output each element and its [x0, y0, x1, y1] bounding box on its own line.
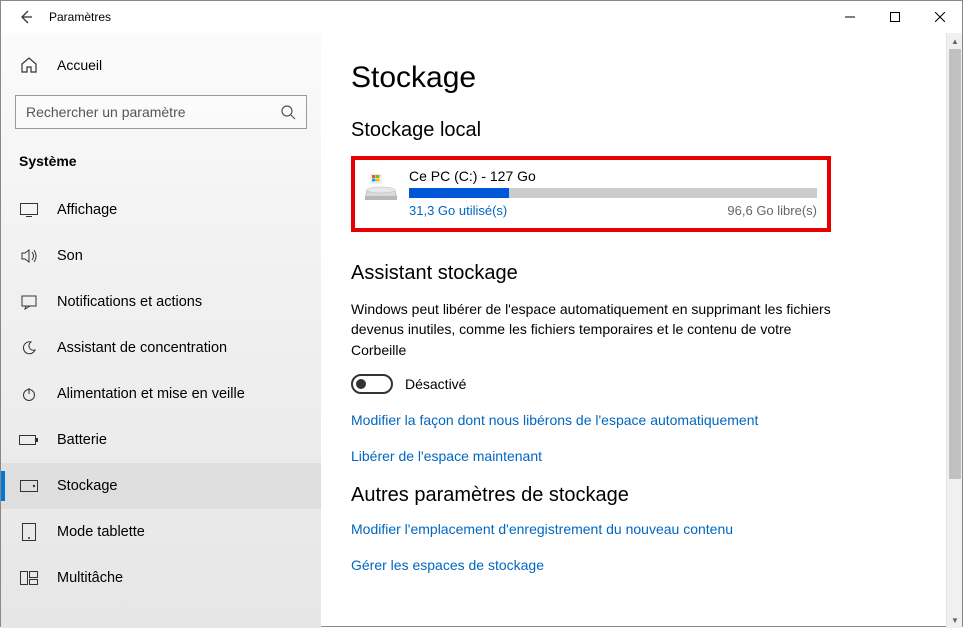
link-change-save-location[interactable]: Modifier l'emplacement d'enregistrement … — [351, 521, 932, 537]
sidebar-item-label: Multitâche — [57, 570, 123, 586]
vertical-scrollbar[interactable]: ▲ ▼ — [946, 33, 962, 628]
drive-row[interactable]: Ce PC (C:) - 127 Go 31,3 Go utilisé(s) 9… — [365, 168, 817, 218]
sidebar-item-label: Son — [57, 248, 83, 264]
window-title: Paramètres — [49, 10, 111, 24]
battery-icon — [19, 434, 39, 446]
drive-used: 31,3 Go utilisé(s) — [409, 203, 507, 218]
sidebar-item-label: Batterie — [57, 432, 107, 448]
arrow-left-icon — [17, 9, 33, 25]
link-manage-storage-spaces[interactable]: Gérer les espaces de stockage — [351, 557, 932, 573]
sidebar-group-label: Système — [1, 147, 321, 187]
toggle-label: Désactivé — [405, 376, 466, 392]
page-title: Stockage — [351, 61, 932, 95]
minimize-icon — [845, 12, 855, 22]
sidebar-item-stockage[interactable]: Stockage — [1, 463, 321, 509]
sidebar-item-label: Stockage — [57, 478, 117, 494]
main-content: Stockage Stockage local — [321, 33, 962, 628]
drive-free: 96,6 Go libre(s) — [727, 203, 817, 218]
search-icon — [280, 104, 296, 120]
toggle-knob — [356, 379, 366, 389]
sidebar-home-label: Accueil — [57, 57, 102, 73]
sidebar-item-label: Affichage — [57, 202, 117, 218]
tablet-icon — [19, 523, 39, 541]
display-icon — [19, 203, 39, 217]
sidebar-item-tablette[interactable]: Mode tablette — [1, 509, 321, 555]
drive-highlight: Ce PC (C:) - 127 Go 31,3 Go utilisé(s) 9… — [351, 156, 831, 232]
moon-icon — [19, 340, 39, 356]
sidebar-home[interactable]: Accueil — [1, 45, 321, 85]
sidebar-item-notifications[interactable]: Notifications et actions — [1, 279, 321, 325]
scroll-up-arrow[interactable]: ▲ — [947, 33, 963, 49]
sidebar-item-son[interactable]: Son — [1, 233, 321, 279]
link-free-space-now[interactable]: Libérer de l'espace maintenant — [351, 448, 932, 464]
local-storage-title: Stockage local — [351, 119, 932, 142]
home-icon — [19, 56, 39, 74]
search-input[interactable] — [26, 104, 280, 120]
close-button[interactable] — [917, 1, 962, 33]
sidebar-item-alimentation[interactable]: Alimentation et mise en veille — [1, 371, 321, 417]
titlebar: Paramètres — [1, 1, 962, 33]
close-icon — [935, 12, 945, 22]
back-button[interactable] — [11, 9, 39, 25]
other-title: Autres paramètres de stockage — [351, 484, 932, 507]
scroll-thumb[interactable] — [949, 49, 961, 479]
sidebar-item-multitache[interactable]: Multitâche — [1, 555, 321, 601]
maximize-button[interactable] — [872, 1, 917, 33]
sidebar-item-batterie[interactable]: Batterie — [1, 417, 321, 463]
drive-progress-fill — [409, 188, 509, 198]
sidebar-item-affichage[interactable]: Affichage — [1, 187, 321, 233]
maximize-icon — [890, 12, 900, 22]
assistant-title: Assistant stockage — [351, 262, 932, 285]
minimize-button[interactable] — [827, 1, 872, 33]
sidebar-item-concentration[interactable]: Assistant de concentration — [1, 325, 321, 371]
link-modify-free-space[interactable]: Modifier la façon dont nous libérons de … — [351, 412, 932, 428]
power-icon — [19, 386, 39, 402]
sidebar-item-label: Notifications et actions — [57, 294, 202, 310]
search-box[interactable] — [15, 95, 307, 129]
drive-name: Ce PC (C:) - 127 Go — [409, 168, 817, 184]
drive-icon — [365, 174, 399, 202]
storage-icon — [19, 480, 39, 492]
assistant-body: Windows peut libérer de l'espace automat… — [351, 299, 831, 360]
notifications-icon — [19, 294, 39, 310]
sound-icon — [19, 248, 39, 264]
sidebar-item-label: Alimentation et mise en veille — [57, 386, 245, 402]
sidebar: Accueil Système Affichage Son Notificati… — [1, 33, 321, 628]
scroll-down-arrow[interactable]: ▼ — [947, 612, 963, 628]
sidebar-item-label: Mode tablette — [57, 524, 145, 540]
sidebar-item-label: Assistant de concentration — [57, 340, 227, 356]
storage-sense-toggle[interactable] — [351, 374, 393, 394]
multitasking-icon — [19, 571, 39, 585]
drive-progress — [409, 188, 817, 198]
